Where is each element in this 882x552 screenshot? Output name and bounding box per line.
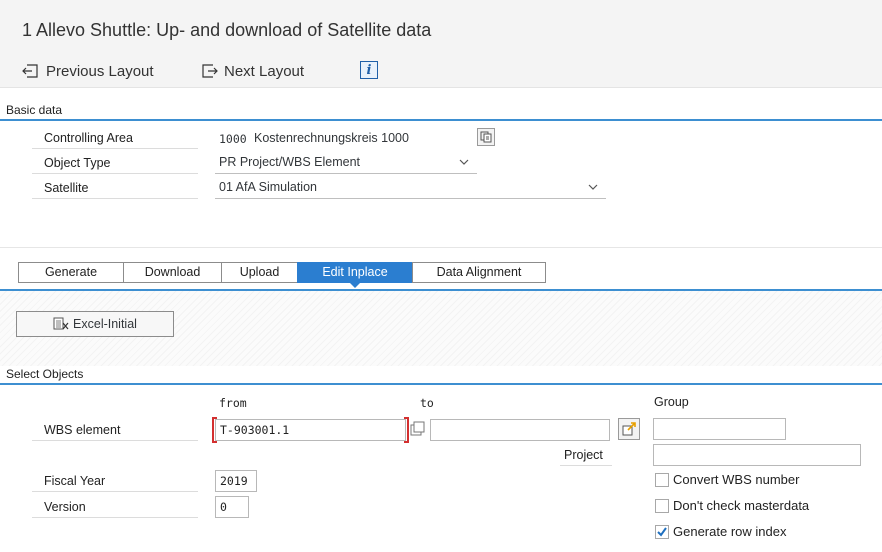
dont-check-masterdata-label: Don't check masterdata [673, 498, 810, 513]
arrow-out-icon [622, 422, 636, 436]
info-icon[interactable]: i [360, 61, 378, 79]
object-type-label: Object Type [44, 156, 111, 170]
version-label: Version [44, 500, 86, 514]
fiscal-year-row: Fiscal Year [32, 471, 198, 492]
checkmark-icon [657, 526, 667, 537]
generate-row-index-checkbox[interactable]: Generate row index [655, 524, 786, 539]
chevron-down-icon [459, 159, 469, 165]
tabstrip: Generate Download Upload Edit Inplace Da… [18, 262, 546, 288]
fiscal-year-label: Fiscal Year [44, 474, 106, 488]
checkbox-box[interactable] [655, 524, 669, 539]
from-label: from [219, 396, 247, 410]
previous-layout-icon [22, 64, 38, 78]
generate-row-index-label: Generate row index [673, 524, 787, 539]
controlling-area-row: Controlling Area [32, 128, 198, 149]
checkbox-box[interactable] [655, 472, 669, 487]
next-layout-label: Next Layout [224, 62, 305, 80]
controlling-area-label: Controlling Area [44, 131, 133, 145]
excel-initial-button[interactable]: Excel-Initial [16, 311, 174, 337]
controlling-area-text: Kostenrechnungskreis 1000 [254, 131, 409, 145]
fiscal-year-input[interactable]: 2019 [215, 470, 257, 492]
divider [0, 247, 882, 248]
multiple-selection-icon[interactable] [410, 421, 426, 437]
select-objects-header: Select Objects [0, 366, 882, 385]
project-input[interactable] [653, 444, 861, 466]
satellite-label: Satellite [44, 181, 89, 195]
next-layout-button[interactable]: Next Layout [200, 61, 304, 81]
tab-upload[interactable]: Upload [221, 262, 297, 283]
object-type-select[interactable]: PR Project/WBS Element [215, 153, 477, 174]
application-toolbar: Previous Layout Next Layout i [0, 52, 882, 88]
tab-download[interactable]: Download [123, 262, 221, 283]
version-row: Version [32, 497, 198, 518]
satellite-row: Satellite [32, 178, 198, 199]
chevron-down-icon [588, 184, 598, 190]
dont-check-masterdata-checkbox[interactable]: Don't check masterdata [655, 498, 809, 513]
previous-layout-button[interactable]: Previous Layout [22, 61, 154, 81]
satellite-value: 01 AfA Simulation [219, 180, 317, 194]
convert-wbs-label: Convert WBS number [673, 472, 800, 487]
previous-layout-label: Previous Layout [46, 62, 154, 80]
wbs-from-input[interactable]: T-903001.1 [215, 419, 406, 441]
wbs-to-input[interactable] [430, 419, 610, 441]
object-type-value: PR Project/WBS Element [219, 155, 361, 169]
focus-bracket-right [404, 417, 409, 443]
checkbox-box[interactable] [655, 498, 669, 513]
wbs-element-label: WBS element [44, 423, 121, 437]
group-label: Group [654, 395, 689, 409]
excel-icon [53, 317, 69, 330]
to-label: to [420, 396, 434, 410]
divider [560, 465, 612, 466]
group-input[interactable] [653, 418, 786, 440]
tab-data-alignment[interactable]: Data Alignment [412, 262, 546, 283]
project-label: Project [564, 448, 603, 462]
next-layout-icon [202, 64, 218, 78]
basic-data-header: Basic data [0, 102, 882, 121]
wbs-element-row: WBS element [32, 420, 198, 441]
controlling-area-f4-button[interactable] [477, 128, 495, 146]
multiple-selection-button[interactable] [618, 418, 640, 440]
title-bar: 1 Allevo Shuttle: Up- and download of Sa… [0, 0, 882, 52]
version-input[interactable]: 0 [215, 496, 249, 518]
tab-generate[interactable]: Generate [18, 262, 123, 283]
excel-initial-label: Excel-Initial [73, 317, 137, 331]
value-help-icon [480, 131, 492, 143]
convert-wbs-checkbox[interactable]: Convert WBS number [655, 472, 799, 487]
controlling-area-code: 1000 [219, 132, 247, 146]
object-type-row: Object Type [32, 153, 198, 174]
tab-edit-inplace[interactable]: Edit Inplace [297, 262, 412, 288]
page-title: 1 Allevo Shuttle: Up- and download of Sa… [22, 20, 432, 40]
satellite-select[interactable]: 01 AfA Simulation [215, 178, 606, 199]
